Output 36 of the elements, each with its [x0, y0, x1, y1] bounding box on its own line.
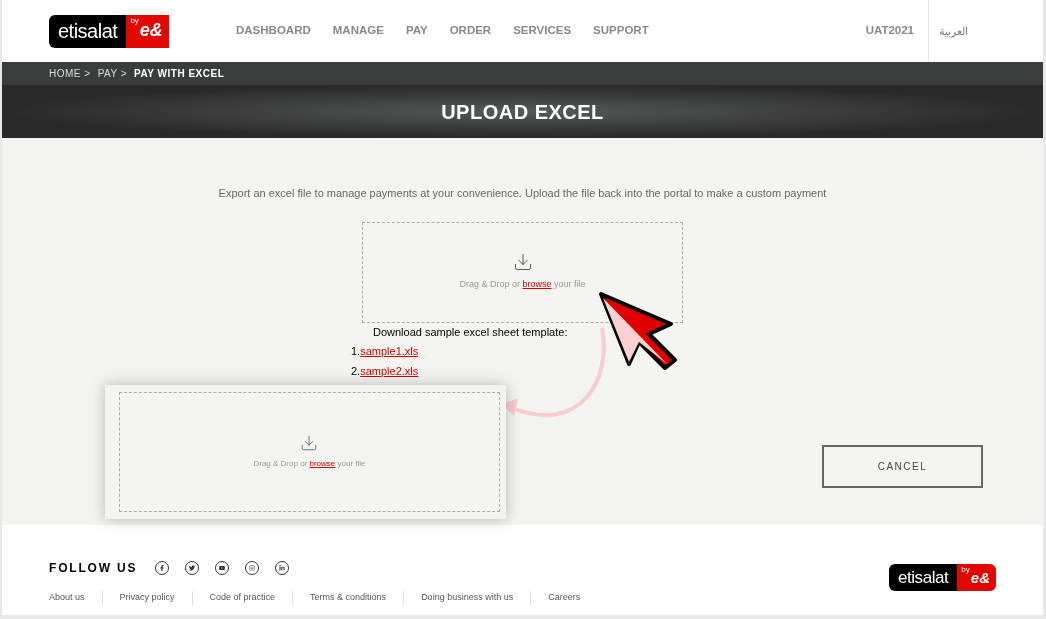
footer-link[interactable]: About us: [49, 591, 85, 605]
cursor-icon: [597, 290, 679, 372]
nav-tab[interactable]: SERVICES: [513, 22, 572, 40]
drop-instruction: Drag & Drop or: [253, 459, 309, 468]
sample-file-link[interactable]: sample2.xls: [360, 362, 419, 379]
footer-link[interactable]: Doing business with us: [421, 591, 514, 605]
list-number: 1.: [351, 344, 361, 359]
drop-instruction: Drag & Drop or: [459, 279, 521, 290]
cancel-button[interactable]: CANCEL: [822, 445, 983, 488]
nav-tab[interactable]: ORDER: [449, 22, 492, 40]
sample-heading: Download sample excel sheet template:: [373, 324, 569, 340]
drop-zone-zoomed[interactable]: Drag & Drop or browse your file: [119, 392, 500, 512]
language-link[interactable]: العربية: [939, 22, 968, 40]
breadcrumb-link[interactable]: PAY >: [97, 66, 128, 81]
download-icon: [512, 252, 533, 273]
follow-us-label: FOLLOW US: [49, 560, 138, 577]
user-name[interactable]: UAT2021: [865, 22, 914, 40]
footer-link[interactable]: Code of practice: [209, 591, 276, 605]
footer-link[interactable]: Privacy policy: [119, 591, 175, 605]
breadcrumb-link[interactable]: HOME >: [49, 66, 91, 81]
browse-link[interactable]: browse: [522, 279, 552, 290]
drop-instruction-end: your file: [336, 459, 366, 468]
sample-file-link[interactable]: sample1.xls: [360, 343, 419, 360]
browse-link[interactable]: browse: [309, 459, 336, 468]
breadcrumb-link[interactable]: PAY WITH EXCEL: [134, 66, 225, 81]
drop-instruction-end: your file: [553, 279, 586, 290]
nav-tab[interactable]: MANAGE: [332, 22, 384, 40]
footer-link[interactable]: Careers: [548, 591, 581, 605]
nav-tab[interactable]: SUPPORT: [593, 22, 649, 40]
nav-tab[interactable]: PAY: [405, 22, 428, 40]
footer-link[interactable]: Terms & conditions: [310, 591, 387, 605]
description: Export an excel file to manage payments at your convenience. Upload the file back into the portal to make a custom payment: [218, 186, 827, 201]
page-title: UPLOAD EXCEL: [441, 99, 604, 125]
nav-tab[interactable]: DASHBOARD: [236, 22, 311, 40]
list-number: 2.: [351, 363, 361, 379]
download-icon: [300, 434, 319, 452]
